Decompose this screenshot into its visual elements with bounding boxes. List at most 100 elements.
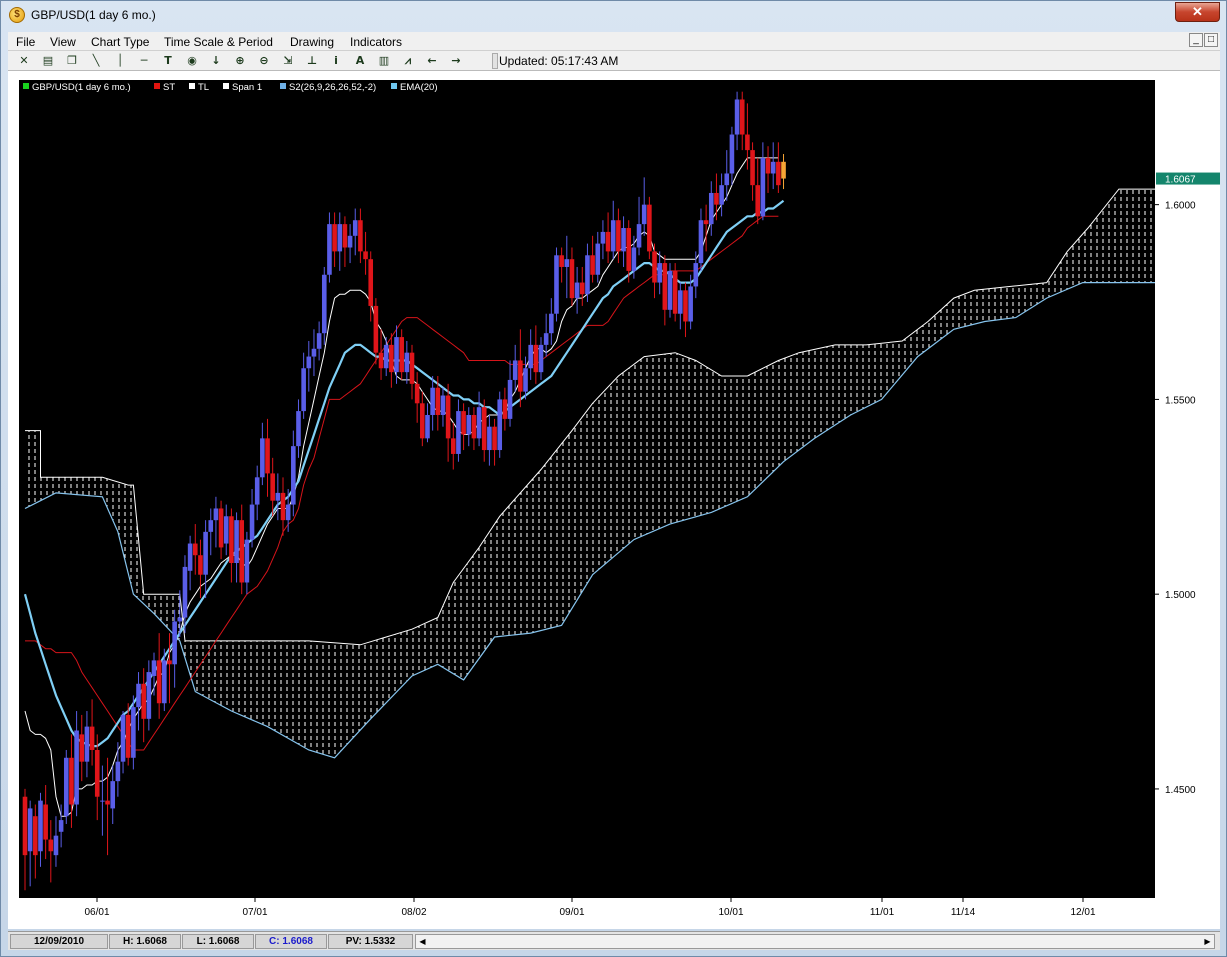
- candle-body: [265, 438, 270, 474]
- candle-body: [533, 344, 539, 373]
- status-high: H: 1.6068: [109, 934, 181, 949]
- scroll-left-arrow-icon[interactable]: ◀: [416, 935, 429, 948]
- candle-body: [115, 761, 121, 782]
- close-button[interactable]: ✕: [1175, 2, 1220, 22]
- legend-label: EMA(20): [400, 82, 437, 93]
- candle-body: [229, 516, 234, 564]
- candle-body: [739, 99, 745, 135]
- app-icon: $: [9, 7, 25, 23]
- candle-body: [187, 543, 193, 571]
- candle-body: [476, 407, 482, 439]
- chart-area[interactable]: GBP/USD(1 day 6 mo.) ST TL Span 1 S2(26,9,26…: [8, 71, 1220, 929]
- menu-chart-type[interactable]: Chart Type: [91, 35, 149, 49]
- candle-body: [270, 473, 275, 501]
- candle-body: [146, 672, 152, 719]
- candle-body: [100, 800, 105, 802]
- scroll-right-arrow-icon[interactable]: ▶: [1201, 935, 1214, 948]
- menu-view[interactable]: View: [50, 35, 76, 49]
- candle-body: [518, 360, 523, 392]
- price-chart[interactable]: GBP/USD(1 day 6 mo.) ST TL Span 1 S2(26,9,26…: [8, 71, 1220, 929]
- x-tick-label: 12/01: [1070, 907, 1095, 918]
- candle-body: [440, 395, 446, 415]
- candle-body: [347, 235, 353, 248]
- candle-body: [389, 344, 394, 373]
- vertical-line-icon[interactable]: │: [112, 53, 128, 69]
- candle-body: [683, 290, 688, 322]
- bar-chart-icon[interactable]: ▥: [376, 53, 392, 69]
- window-title: GBP/USD(1 day 6 mo.): [31, 8, 156, 22]
- legend-swatch: [154, 83, 160, 89]
- candle-body: [781, 161, 786, 179]
- candle-body: [249, 504, 255, 540]
- scroll-left-icon[interactable]: ←: [424, 53, 440, 69]
- candle-body: [481, 407, 487, 451]
- candle-body: [301, 368, 306, 412]
- candle-body: [291, 446, 296, 505]
- status-pv: PV: 1.5332: [328, 934, 413, 949]
- candle-body: [27, 808, 33, 852]
- candle-body: [420, 403, 425, 439]
- candle-body: [373, 305, 379, 353]
- legend-label: ST: [163, 82, 175, 93]
- font-icon[interactable]: A: [352, 53, 368, 69]
- candle-body: [79, 734, 85, 762]
- candle-body: [337, 224, 343, 252]
- mdi-restore-icon[interactable]: □: [1204, 33, 1218, 47]
- down-arrow-icon[interactable]: ↓: [208, 53, 224, 69]
- candle-body: [332, 224, 337, 252]
- menu-indicators[interactable]: Indicators: [350, 35, 402, 49]
- zoom-out-icon[interactable]: ⊖: [256, 53, 272, 69]
- y-tick-label: 1.5500: [1165, 395, 1196, 406]
- candle-body: [33, 816, 38, 856]
- candle: [647, 196, 652, 260]
- candle-body: [729, 134, 735, 174]
- legend-label: Span 1: [232, 82, 262, 93]
- candle-body: [198, 555, 203, 575]
- candle-body: [125, 714, 131, 758]
- candle-body: [141, 683, 146, 719]
- candle-body: [714, 192, 719, 205]
- trendline-icon[interactable]: ╲: [88, 53, 104, 69]
- candle-body: [409, 352, 415, 384]
- baseline-icon[interactable]: ⊥: [304, 53, 320, 69]
- candle-body: [559, 255, 564, 267]
- mdi-minimize-icon[interactable]: _: [1189, 33, 1203, 47]
- candle: [63, 749, 69, 824]
- candle-body: [698, 220, 704, 264]
- horizontal-scrollbar[interactable]: ◀ ▶: [415, 934, 1215, 949]
- line-chart-icon[interactable]: ⩘: [400, 53, 416, 69]
- candle-body: [512, 360, 518, 380]
- candle-body: [110, 781, 116, 809]
- title-bar[interactable]: $ GBP/USD(1 day 6 mo.) ✕: [1, 1, 1226, 31]
- copy-icon[interactable]: ❐: [64, 53, 80, 69]
- text-icon[interactable]: T: [160, 53, 176, 69]
- candle-body: [574, 282, 580, 299]
- candle-body: [554, 255, 559, 314]
- fit-icon[interactable]: ⇲: [280, 53, 296, 69]
- menu-file[interactable]: File: [16, 35, 35, 49]
- candle-body: [22, 796, 28, 856]
- candle-body: [549, 313, 554, 334]
- last-price-label: 1.6067: [1165, 175, 1196, 186]
- scroll-right-icon[interactable]: →: [448, 53, 464, 69]
- x-tick-label: 07/01: [242, 907, 267, 918]
- candle-body: [105, 800, 110, 805]
- menu-time-scale-period[interactable]: Time Scale & Period: [164, 35, 273, 49]
- zoom-in-icon[interactable]: ⊕: [232, 53, 248, 69]
- candle-body: [244, 539, 250, 583]
- candle-body: [378, 352, 384, 369]
- target-icon[interactable]: ◉: [184, 53, 200, 69]
- candle-body: [89, 726, 95, 750]
- candle-body: [63, 757, 69, 817]
- candle-body: [564, 259, 570, 267]
- info-icon[interactable]: i: [328, 53, 344, 69]
- candle-body: [703, 220, 709, 225]
- print-icon[interactable]: ▤: [40, 53, 56, 69]
- candle-body: [84, 726, 90, 762]
- candle-body: [404, 352, 410, 373]
- crosshair-icon[interactable]: ✕: [16, 53, 32, 69]
- menu-drawing[interactable]: Drawing: [290, 35, 334, 49]
- horizontal-line-icon[interactable]: ─: [136, 53, 152, 69]
- candle-body: [327, 224, 332, 275]
- candle-body: [750, 150, 755, 186]
